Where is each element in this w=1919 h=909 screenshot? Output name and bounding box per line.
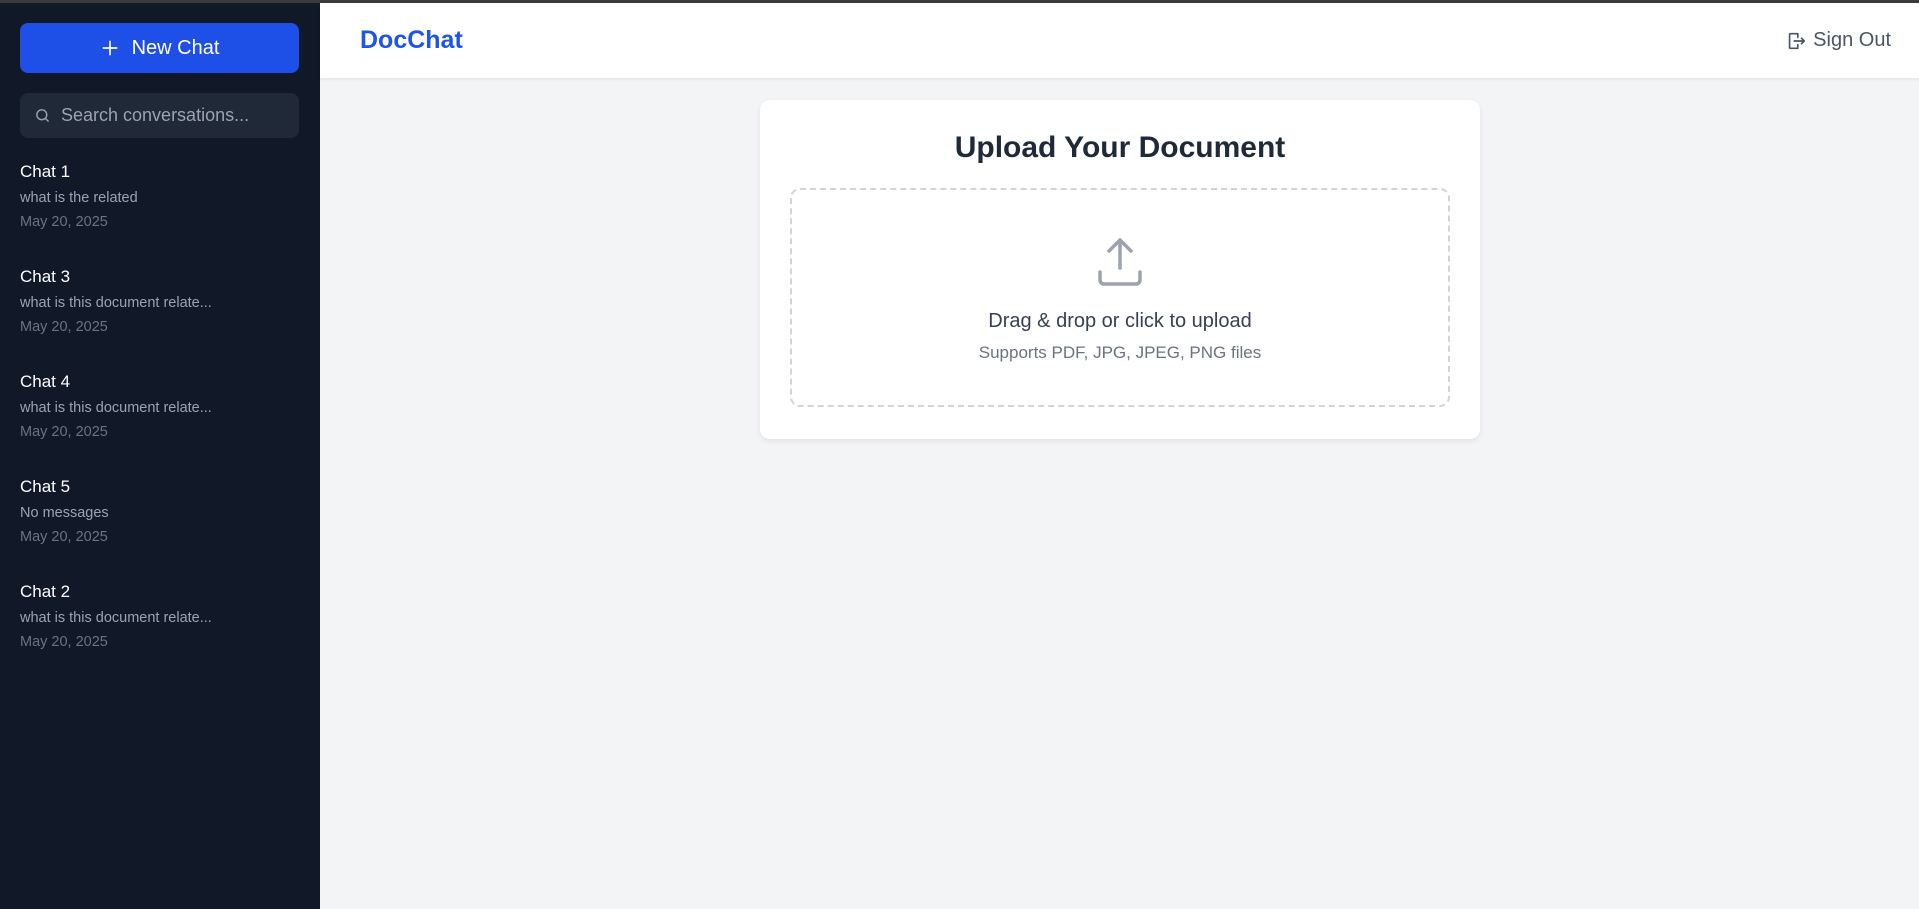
plus-icon (102, 40, 118, 56)
new-chat-label: New Chat (131, 36, 220, 59)
sign-out-icon (1788, 32, 1806, 49)
upload-card: Upload Your Document Drag & drop or clic… (760, 100, 1480, 439)
brand-logo[interactable]: DocChat (360, 26, 463, 55)
chat-list-item[interactable]: Chat 3 what is this document relate... M… (20, 267, 300, 372)
chat-date: May 20, 2025 (20, 634, 108, 650)
chat-title: Chat 1 (20, 162, 71, 181)
chat-title: Chat 3 (20, 267, 71, 286)
sidebar: New Chat Chat 1 what is the related May … (0, 3, 320, 909)
top-bar: DocChat Sign Out (320, 3, 1919, 79)
chat-list-item[interactable]: Chat 4 what is this document relate... M… (20, 372, 300, 477)
chat-date: May 20, 2025 (20, 424, 108, 440)
new-chat-button[interactable]: New Chat (20, 23, 299, 73)
chat-preview: No messages (20, 505, 109, 521)
supported-formats: Supports PDF, JPG, JPEG, PNG files (978, 343, 1262, 362)
search-icon (36, 109, 49, 122)
chat-list-item[interactable]: Chat 5 No messages May 20, 2025 (20, 477, 300, 582)
main-area: DocChat Sign Out Upload Your Document Dr… (320, 3, 1919, 909)
sign-out-button[interactable]: Sign Out (1785, 29, 1891, 52)
upload-instruction: Drag & drop or click to upload (988, 310, 1252, 332)
upload-dropzone[interactable]: Drag & drop or click to upload Supports … (790, 188, 1450, 407)
chat-date: May 20, 2025 (20, 529, 108, 545)
chat-title: Chat 2 (20, 582, 71, 601)
upload-title: Upload Your Document (954, 131, 1286, 164)
chat-list-item[interactable]: Chat 2 what is this document relate... M… (20, 582, 300, 687)
chat-date: May 20, 2025 (20, 319, 108, 335)
chat-title: Chat 4 (20, 372, 71, 391)
chat-preview: what is this document relate... (20, 610, 212, 626)
chat-preview: what is this document relate... (20, 400, 212, 416)
search-input[interactable] (61, 105, 285, 126)
chat-preview: what is the related (20, 190, 138, 206)
upload-icon (1098, 238, 1142, 286)
chat-title: Chat 5 (20, 477, 71, 496)
chat-list-item[interactable]: Chat 1 what is the related May 20, 2025 (20, 162, 300, 267)
chat-list: Chat 1 what is the related May 20, 2025 … (20, 162, 300, 687)
sign-out-label: Sign Out (1813, 29, 1891, 51)
chat-preview: what is this document relate... (20, 295, 212, 311)
app-window: New Chat Chat 1 what is the related May … (0, 0, 1919, 909)
search-box (20, 93, 299, 138)
chat-date: May 20, 2025 (20, 214, 108, 230)
